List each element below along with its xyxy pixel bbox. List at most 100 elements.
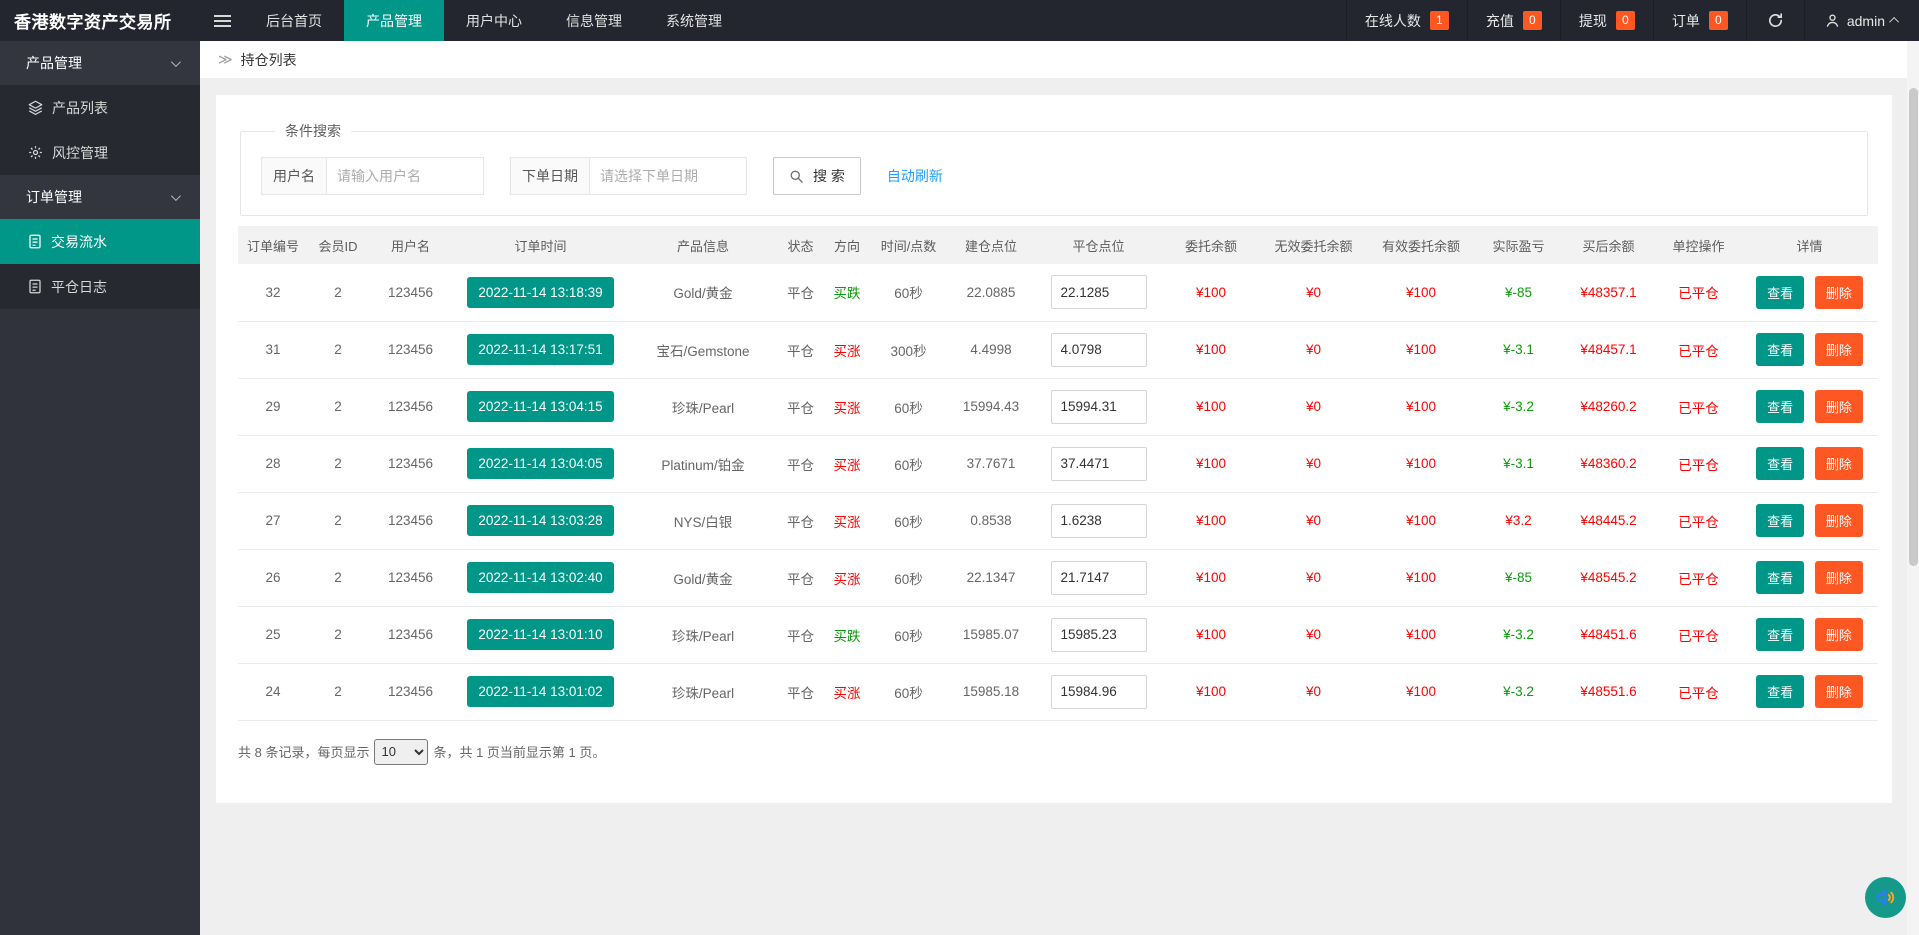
cell-status: 平仓 xyxy=(778,435,823,492)
delete-button[interactable]: 删除 xyxy=(1815,618,1863,651)
top-menu-item-home[interactable]: 后台首页 xyxy=(244,0,344,41)
cell-product: 珍珠/Pearl xyxy=(628,606,778,663)
cell-valid-entrust: ¥100 xyxy=(1366,606,1476,663)
status-badge: 1 xyxy=(1430,11,1449,30)
cell-order-time: 2022-11-14 13:04:05 xyxy=(453,435,628,492)
sound-toggle-button[interactable] xyxy=(1865,877,1906,918)
close-point-input[interactable] xyxy=(1051,618,1147,652)
order-time-badge: 2022-11-14 13:04:05 xyxy=(467,448,613,479)
delete-button[interactable]: 删除 xyxy=(1815,447,1863,480)
cell-entrust-balance: ¥100 xyxy=(1161,492,1261,549)
stat-online-users[interactable]: 在线人数 1 xyxy=(1346,0,1467,41)
top-menu-item-products[interactable]: 产品管理 xyxy=(344,0,444,41)
column-header: 时间/点数 xyxy=(871,226,946,264)
cell-open-point: 0.8538 xyxy=(946,492,1036,549)
cell-control-status: 已平仓 xyxy=(1656,492,1741,549)
hamburger-icon[interactable] xyxy=(200,0,244,41)
cell-after-balance: ¥48445.2 xyxy=(1561,492,1656,549)
sidebar-item-close-log[interactable]: 平仓日志 xyxy=(0,264,200,309)
gear-icon xyxy=(28,145,43,160)
close-point-input[interactable] xyxy=(1051,275,1147,309)
table-body: 32 2 123456 2022-11-14 13:18:39 Gold/黄金 … xyxy=(238,264,1878,720)
view-button[interactable]: 查看 xyxy=(1756,333,1804,366)
close-point-input[interactable] xyxy=(1051,504,1147,538)
top-menu-item-info[interactable]: 信息管理 xyxy=(544,0,644,41)
per-page-select[interactable]: 10 xyxy=(374,739,428,765)
cell-order-no: 27 xyxy=(238,492,308,549)
scrollbar-thumb[interactable] xyxy=(1909,88,1918,566)
close-point-input[interactable] xyxy=(1051,447,1147,481)
cell-duration: 60秒 xyxy=(871,606,946,663)
delete-button[interactable]: 删除 xyxy=(1815,390,1863,423)
view-button[interactable]: 查看 xyxy=(1756,447,1804,480)
chevron-up-icon xyxy=(1889,17,1899,27)
search-button[interactable]: 搜 索 xyxy=(773,157,861,195)
view-button[interactable]: 查看 xyxy=(1756,390,1804,423)
column-header: 状态 xyxy=(778,226,823,264)
delete-button[interactable]: 删除 xyxy=(1815,504,1863,537)
stat-label: 订单 xyxy=(1672,11,1700,31)
close-point-input[interactable] xyxy=(1051,561,1147,595)
stat-orders[interactable]: 订单 0 xyxy=(1653,0,1746,41)
table-row: 29 2 123456 2022-11-14 13:04:15 珍珠/Pearl… xyxy=(238,378,1878,435)
delete-button[interactable]: 删除 xyxy=(1815,333,1863,366)
cell-control-status: 已平仓 xyxy=(1656,663,1741,720)
user-menu[interactable]: admin xyxy=(1804,0,1919,41)
username-input[interactable] xyxy=(326,157,484,195)
close-point-input[interactable] xyxy=(1051,333,1147,367)
sidebar-item-trade-flow[interactable]: 交易流水 xyxy=(0,219,200,264)
cell-open-point: 22.0885 xyxy=(946,264,1036,321)
top-navbar: 香港数字资产交易所 后台首页 产品管理 用户中心 信息管理 系统管理 在线人数 … xyxy=(0,0,1919,41)
cell-entrust-balance: ¥100 xyxy=(1161,435,1261,492)
view-button[interactable]: 查看 xyxy=(1756,561,1804,594)
delete-button[interactable]: 删除 xyxy=(1815,675,1863,708)
sidebar-item-product-list[interactable]: 产品列表 xyxy=(0,85,200,130)
cell-actions: 查看 删除 xyxy=(1741,435,1878,492)
cell-username: 123456 xyxy=(368,492,453,549)
column-header: 用户名 xyxy=(368,226,453,264)
top-menu-item-system[interactable]: 系统管理 xyxy=(644,0,744,41)
delete-button[interactable]: 删除 xyxy=(1815,276,1863,309)
navbar-right: 在线人数 1 充值 0 提现 0 订单 0 admin xyxy=(1346,0,1919,41)
cell-duration: 60秒 xyxy=(871,492,946,549)
direction-label: 买涨 xyxy=(834,401,861,416)
view-button[interactable]: 查看 xyxy=(1756,504,1804,537)
sidebar-item-risk-control[interactable]: 风控管理 xyxy=(0,130,200,175)
close-point-input[interactable] xyxy=(1051,390,1147,424)
cell-order-time: 2022-11-14 13:04:15 xyxy=(453,378,628,435)
column-header: 实际盈亏 xyxy=(1476,226,1561,264)
refresh-button[interactable] xyxy=(1746,0,1804,41)
cell-valid-entrust: ¥100 xyxy=(1366,549,1476,606)
column-header: 买后余额 xyxy=(1561,226,1656,264)
username-filter: 用户名 xyxy=(261,157,484,195)
sidebar-group-products[interactable]: 产品管理 xyxy=(0,41,200,85)
view-button[interactable]: 查看 xyxy=(1756,675,1804,708)
close-point-input[interactable] xyxy=(1051,675,1147,709)
view-button[interactable]: 查看 xyxy=(1756,276,1804,309)
stat-deposits[interactable]: 充值 0 xyxy=(1467,0,1560,41)
cell-entrust-balance: ¥100 xyxy=(1161,606,1261,663)
username-filter-label: 用户名 xyxy=(261,157,326,195)
stat-withdrawals[interactable]: 提现 0 xyxy=(1560,0,1653,41)
profit-label: ¥-3.2 xyxy=(1503,627,1534,642)
cell-after-balance: ¥48357.1 xyxy=(1561,264,1656,321)
delete-button[interactable]: 删除 xyxy=(1815,561,1863,594)
auto-refresh-link[interactable]: 自动刷新 xyxy=(887,166,943,186)
sidebar-group-orders[interactable]: 订单管理 xyxy=(0,175,200,219)
order-date-input[interactable] xyxy=(589,157,747,195)
column-header: 建仓点位 xyxy=(946,226,1036,264)
column-header: 订单编号 xyxy=(238,226,308,264)
view-button[interactable]: 查看 xyxy=(1756,618,1804,651)
cell-direction: 买涨 xyxy=(823,492,871,549)
cell-product: NYS/白银 xyxy=(628,492,778,549)
cell-status: 平仓 xyxy=(778,378,823,435)
page-scrollbar[interactable] xyxy=(1907,41,1919,935)
cell-member-id: 2 xyxy=(308,321,368,378)
profit-label: ¥-3.1 xyxy=(1503,456,1534,471)
cell-product: Platinum/铂金 xyxy=(628,435,778,492)
order-time-badge: 2022-11-14 13:01:10 xyxy=(467,619,613,650)
top-menu-item-users[interactable]: 用户中心 xyxy=(444,0,544,41)
cell-close-point xyxy=(1036,321,1161,378)
pagination-suffix: 条，共 1 页当前显示第 1 页。 xyxy=(433,742,605,761)
cell-profit: ¥-85 xyxy=(1476,264,1561,321)
